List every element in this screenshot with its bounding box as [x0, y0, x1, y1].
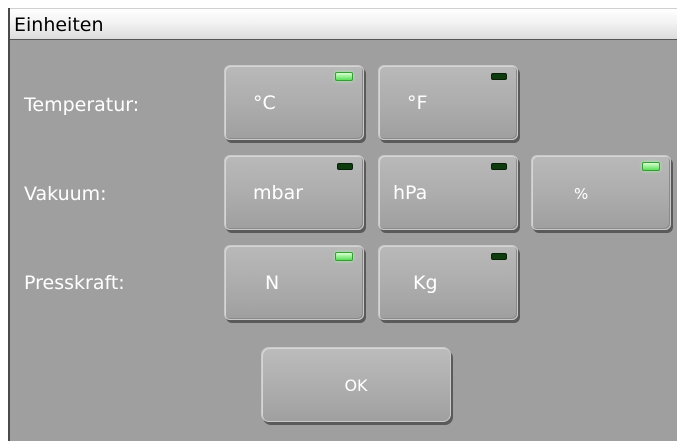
ok-button-label: OK [344, 376, 368, 395]
mbar-button-label: mbar [253, 182, 304, 204]
window-title: Einheiten [14, 14, 104, 36]
press-force-label: Presskraft: [24, 272, 125, 294]
percent-button-label: % [574, 185, 589, 203]
kg-button-label: Kg [413, 272, 438, 294]
fahrenheit-button-label: °F [407, 92, 428, 114]
ok-button[interactable]: OK [261, 347, 451, 422]
hpa-led-indicator-icon [491, 163, 507, 170]
celsius-button[interactable]: °C [224, 65, 364, 140]
newton-button[interactable]: N [224, 245, 364, 320]
newton-led-indicator-icon [335, 252, 353, 261]
mbar-led-indicator-icon [337, 163, 353, 170]
hpa-button-label: hPa [393, 182, 428, 204]
units-dialog: Einheiten Temperatur: °C °F Vakuum: mbar… [8, 8, 677, 441]
kg-button[interactable]: Kg [378, 245, 518, 320]
temperature-label: Temperatur: [24, 94, 140, 116]
fahrenheit-button[interactable]: °F [378, 65, 518, 140]
hpa-button[interactable]: hPa [378, 155, 518, 230]
newton-button-label: N [265, 272, 280, 294]
percent-button[interactable]: % [531, 155, 671, 230]
percent-led-indicator-icon [642, 162, 660, 171]
kg-led-indicator-icon [491, 253, 507, 260]
mbar-button[interactable]: mbar [224, 155, 364, 230]
fahrenheit-led-indicator-icon [491, 73, 507, 80]
celsius-led-indicator-icon [335, 72, 353, 81]
title-bar: Einheiten [10, 8, 677, 40]
celsius-button-label: °C [253, 92, 276, 114]
vacuum-label: Vakuum: [24, 183, 107, 205]
